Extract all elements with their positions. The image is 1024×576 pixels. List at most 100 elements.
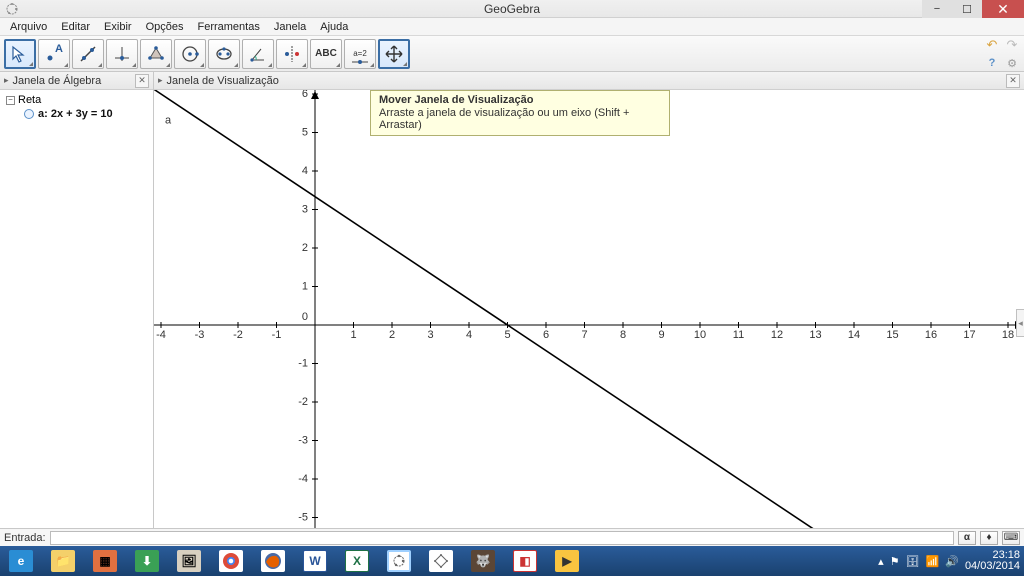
svg-text:-1: -1 bbox=[298, 358, 308, 370]
menu-exibir[interactable]: Exibir bbox=[98, 20, 138, 34]
tree-node-reta[interactable]: − Reta bbox=[6, 94, 147, 106]
tool-angle[interactable] bbox=[242, 39, 274, 69]
svg-text:11: 11 bbox=[733, 329, 744, 341]
menu-ajuda[interactable]: Ajuda bbox=[314, 20, 354, 34]
tray-volume-icon[interactable]: 🔊 bbox=[945, 555, 959, 568]
svg-text:9: 9 bbox=[658, 329, 664, 341]
svg-text:a: a bbox=[165, 115, 172, 127]
svg-text:-3: -3 bbox=[298, 435, 308, 447]
task-app14[interactable]: ▶ bbox=[546, 546, 588, 576]
window-title: GeoGebra bbox=[484, 2, 540, 16]
task-word[interactable]: W bbox=[294, 546, 336, 576]
tool-ellipse[interactable] bbox=[208, 39, 240, 69]
svg-text:4: 4 bbox=[466, 329, 472, 341]
task-app5[interactable]: 🖼 bbox=[168, 546, 210, 576]
keyboard-button[interactable]: ⌨ bbox=[1002, 531, 1020, 545]
side-expand-tab[interactable]: ◂ bbox=[1016, 309, 1024, 337]
menu-ferramentas[interactable]: Ferramentas bbox=[191, 20, 265, 34]
task-chrome[interactable] bbox=[210, 546, 252, 576]
tool-circle[interactable] bbox=[174, 39, 206, 69]
graphics-close-button[interactable]: ✕ bbox=[1006, 74, 1020, 88]
maximize-button[interactable]: ☐ bbox=[952, 0, 982, 18]
svg-text:7: 7 bbox=[581, 329, 587, 341]
algebra-close-button[interactable]: ✕ bbox=[135, 74, 149, 88]
svg-text:6: 6 bbox=[302, 90, 308, 100]
graphics-canvas[interactable]: Mover Janela de Visualização Arraste a j… bbox=[154, 90, 1024, 528]
tooltip-title: Mover Janela de Visualização bbox=[379, 94, 661, 106]
toolbar-right: ↶ ↷ ? ⚙ bbox=[984, 38, 1020, 70]
svg-text:12: 12 bbox=[771, 329, 783, 341]
equation-label: a: 2x + 3y = 10 bbox=[38, 108, 113, 120]
tree-toggle-icon[interactable]: − bbox=[6, 96, 15, 105]
redo-button[interactable]: ↷ bbox=[1004, 38, 1020, 52]
window-titlebar: GeoGebra − ☐ ✕ bbox=[0, 0, 1024, 18]
task-explorer[interactable]: 📁 bbox=[42, 546, 84, 576]
tool-point[interactable]: A bbox=[38, 39, 70, 69]
tray-up-icon[interactable]: ▴ bbox=[878, 555, 884, 568]
tray-network-icon[interactable]: 📶 bbox=[926, 555, 940, 568]
svg-text:8: 8 bbox=[620, 329, 626, 341]
plot-svg: -4-3-2-1123456789101112131415161718-5-4-… bbox=[154, 90, 1024, 528]
tooltip-body: Arraste a janela de visualização ou um e… bbox=[379, 107, 661, 131]
help-button[interactable]: ? bbox=[984, 56, 1000, 70]
help-small-button[interactable]: ♦ bbox=[980, 531, 998, 545]
close-button[interactable]: ✕ bbox=[982, 0, 1024, 18]
svg-text:16: 16 bbox=[925, 329, 937, 341]
menu-editar[interactable]: Editar bbox=[55, 20, 96, 34]
tool-move[interactable] bbox=[4, 39, 36, 69]
window-buttons: − ☐ ✕ bbox=[922, 0, 1024, 18]
algebra-header: ▸ Janela de Álgebra ✕ bbox=[0, 72, 153, 90]
task-geogebra[interactable] bbox=[378, 546, 420, 576]
tool-perpendicular[interactable] bbox=[106, 39, 138, 69]
svg-text:-3: -3 bbox=[195, 329, 205, 341]
task-store[interactable]: ⬇ bbox=[126, 546, 168, 576]
panels: ▸ Janela de Álgebra ✕ − Reta a: 2x + 3y … bbox=[0, 72, 1024, 528]
tool-slider[interactable]: a=2 bbox=[344, 39, 376, 69]
minimize-button[interactable]: − bbox=[922, 0, 952, 18]
task-ie[interactable]: e bbox=[0, 546, 42, 576]
system-tray: ▴ ⚑ 🗄 📶 🔊 23:18 04/03/2014 bbox=[878, 546, 1020, 576]
settings-button[interactable]: ⚙ bbox=[1004, 56, 1020, 70]
svg-text:13: 13 bbox=[809, 329, 821, 341]
collapse-icon[interactable]: ▸ bbox=[4, 75, 9, 86]
graphics-title: Janela de Visualização bbox=[167, 75, 279, 87]
task-excel[interactable]: X bbox=[336, 546, 378, 576]
undo-button[interactable]: ↶ bbox=[984, 38, 1000, 52]
algebra-body: − Reta a: 2x + 3y = 10 bbox=[0, 90, 153, 528]
svg-text:14: 14 bbox=[848, 329, 860, 341]
svg-text:1: 1 bbox=[350, 329, 356, 341]
menu-arquivo[interactable]: Arquivo bbox=[4, 20, 53, 34]
svg-text:15: 15 bbox=[886, 329, 898, 341]
tray-battery-icon[interactable]: 🗄 bbox=[906, 555, 920, 568]
tree-item-a[interactable]: a: 2x + 3y = 10 bbox=[24, 108, 147, 120]
tool-move-view[interactable] bbox=[378, 39, 410, 69]
command-input[interactable] bbox=[50, 531, 954, 545]
task-firefox[interactable] bbox=[252, 546, 294, 576]
tool-line[interactable] bbox=[72, 39, 104, 69]
alpha-button[interactable]: α bbox=[958, 531, 976, 545]
svg-text:0: 0 bbox=[302, 311, 308, 323]
task-app11[interactable] bbox=[420, 546, 462, 576]
collapse-icon[interactable]: ▸ bbox=[158, 75, 163, 86]
tool-polygon[interactable] bbox=[140, 39, 172, 69]
input-label: Entrada: bbox=[4, 532, 46, 544]
tool-reflect[interactable] bbox=[276, 39, 308, 69]
svg-text:-4: -4 bbox=[298, 473, 308, 485]
visibility-bullet-icon[interactable] bbox=[24, 109, 34, 119]
task-app13[interactable]: ◧ bbox=[504, 546, 546, 576]
menu-janela[interactable]: Janela bbox=[268, 20, 312, 34]
algebra-title: Janela de Álgebra bbox=[13, 75, 102, 87]
algebra-panel: ▸ Janela de Álgebra ✕ − Reta a: 2x + 3y … bbox=[0, 72, 154, 528]
menu-opcoes[interactable]: Opções bbox=[140, 20, 190, 34]
svg-text:-1: -1 bbox=[272, 329, 282, 341]
task-gimp[interactable]: 🐺 bbox=[462, 546, 504, 576]
svg-text:A: A bbox=[55, 44, 63, 55]
svg-text:10: 10 bbox=[694, 329, 706, 341]
tray-flag-icon[interactable]: ⚑ bbox=[890, 555, 900, 568]
svg-text:17: 17 bbox=[963, 329, 975, 341]
svg-text:2: 2 bbox=[389, 329, 395, 341]
clock[interactable]: 23:18 04/03/2014 bbox=[965, 550, 1020, 572]
tool-text[interactable]: ABC bbox=[310, 39, 342, 69]
task-app3[interactable]: ▦ bbox=[84, 546, 126, 576]
svg-text:4: 4 bbox=[302, 165, 308, 177]
